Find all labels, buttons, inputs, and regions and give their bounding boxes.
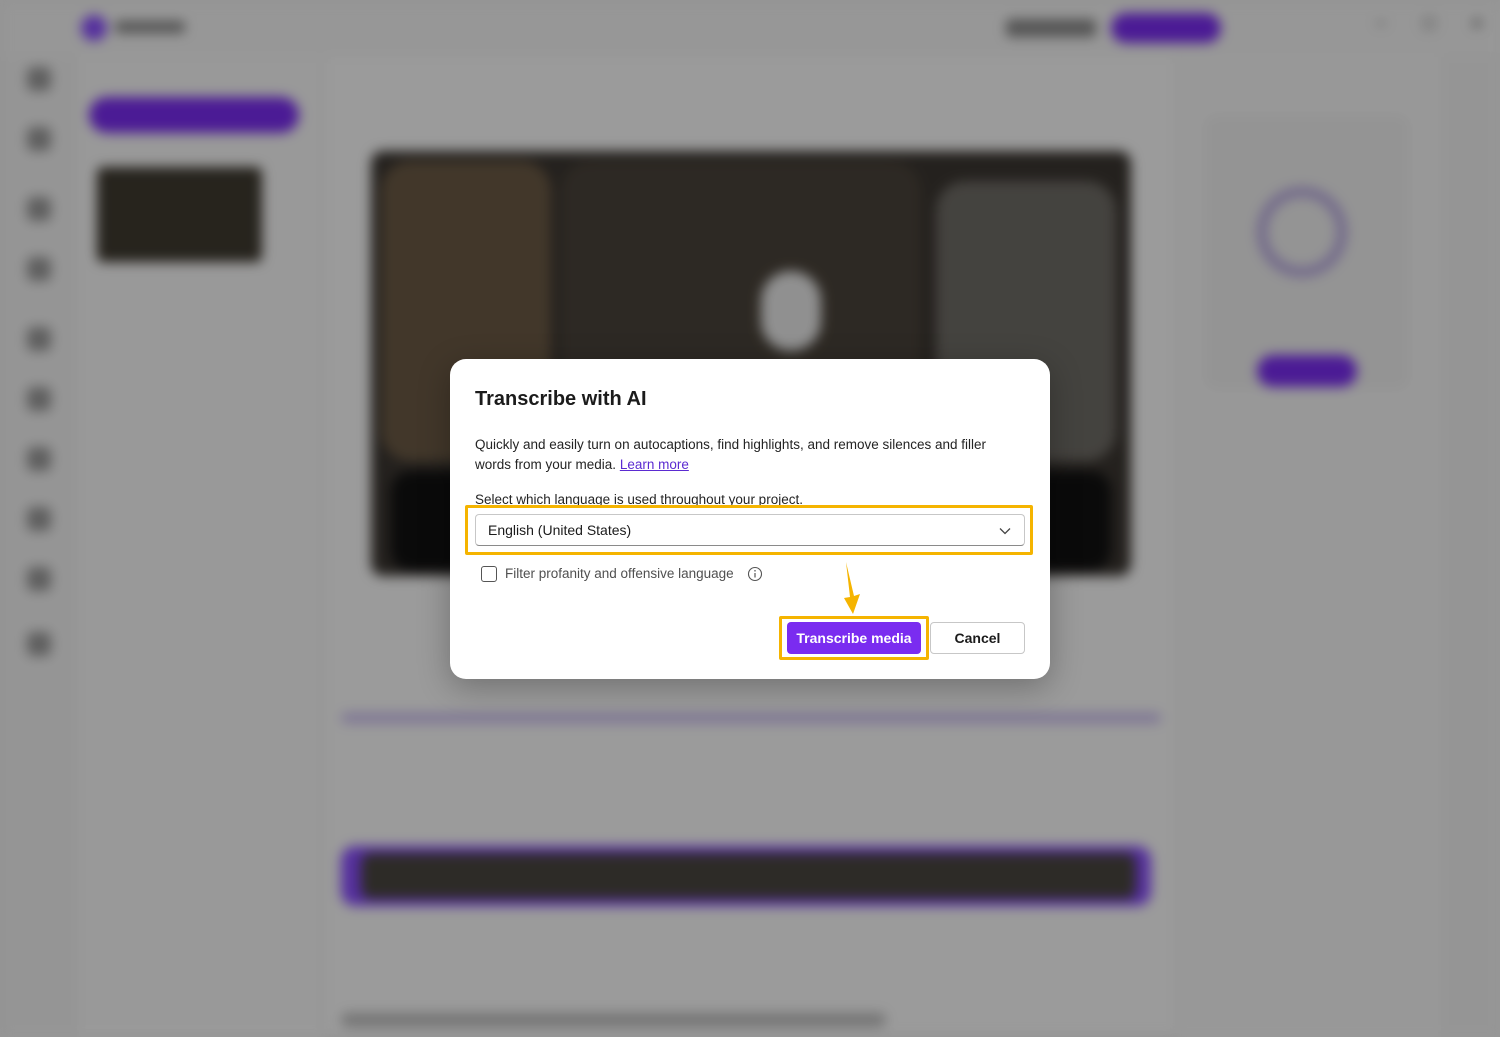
info-icon[interactable] — [747, 566, 763, 582]
cancel-button[interactable]: Cancel — [930, 622, 1025, 654]
learn-more-link[interactable]: Learn more — [620, 457, 689, 472]
filter-profanity-checkbox[interactable] — [481, 566, 497, 582]
description-text: Quickly and easily turn on autocaptions,… — [475, 437, 987, 472]
filter-profanity-label[interactable]: Filter profanity and offensive language — [505, 566, 734, 581]
arrow-down-icon — [844, 562, 860, 614]
transcribe-button-highlight — [779, 616, 929, 660]
dialog-description: Quickly and easily turn on autocaptions,… — [475, 435, 1025, 475]
language-dropdown-highlight — [465, 505, 1033, 555]
dialog-title: Transcribe with AI — [475, 388, 647, 410]
